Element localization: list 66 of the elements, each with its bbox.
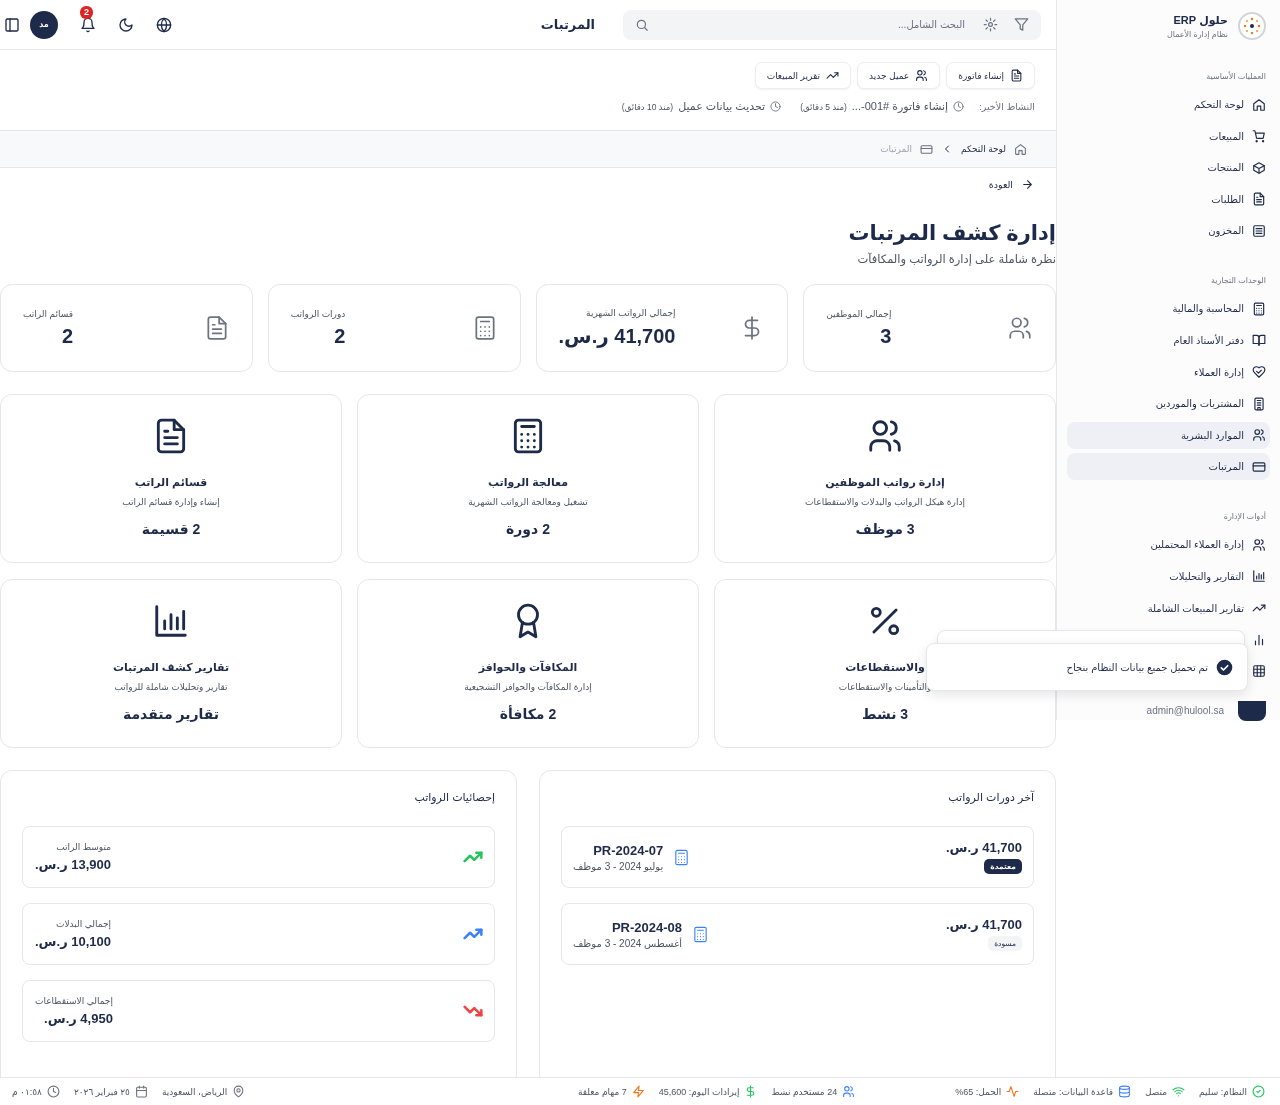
stat-value: 2 (61, 324, 74, 348)
cycle-details: أغسطس 2024 - 3 موظف (573, 937, 682, 949)
stat-value: 13,900 ر.س. (35, 857, 112, 872)
module-description: تشغيل ومعالجة الرواتب الشهرية (468, 497, 588, 507)
cycle-code: PR-2024-08 (610, 919, 682, 935)
user-email: admin@hulool.sa (1146, 705, 1224, 717)
stat-label: دورات الرواتب (290, 308, 346, 319)
module-description: تقارير وتحليلات شاملة للرواتب (114, 682, 228, 692)
panel-title: آخر دورات الرواتب (947, 791, 1034, 804)
stat-label: إجمالي الاستقطاعات (35, 996, 113, 1006)
module-title: قسائم الراتب (134, 476, 208, 489)
stat-value: 10,100 ر.س. (35, 934, 112, 949)
status-text: ٢٥ فبراير ٢٠٢٦ (73, 1086, 130, 1097)
stat-label: متوسط الراتب (55, 842, 112, 852)
notification-badge: 2 (80, 5, 93, 19)
section-heading: أدوات الإدارة (1222, 512, 1267, 522)
module-count: 2 قسيمة (141, 521, 201, 537)
activity-label: النشاط الأخير: (979, 101, 1035, 112)
module-title: والاستقطاعات (845, 661, 925, 674)
module-description: إنشاء وإدارة قسائم الراتب (122, 497, 220, 507)
page-title: المرتبات (540, 17, 595, 32)
module-description: إدارة هيكل الرواتب والبدلات والاستقطاعات (805, 497, 965, 507)
status-text: ٠١:٥٨ م (12, 1086, 42, 1097)
brand-name: حلول ERP (1172, 13, 1228, 27)
activity-text: تحديث بيانات عميل (678, 100, 766, 113)
cycle-amount: 41,700 ر.س. (945, 917, 1022, 932)
section-heading: الوحدات التجارية (1210, 276, 1267, 286)
module-title: معالجة الرواتب (487, 476, 569, 489)
status-text: النظام: سليم (1199, 1086, 1247, 1097)
stat-label: إجمالي الموظفين (826, 308, 892, 319)
stat-label: إجمالي الرواتب الشهرية (585, 308, 676, 318)
activity-time: (منذ 10 دقائق) (621, 101, 674, 112)
module-count: 3 موظف (855, 521, 915, 537)
activity-text: إنشاء فاتورة #001-... (851, 100, 949, 113)
module-count: 3 نشط (861, 706, 909, 722)
stat-value: 3 (879, 324, 892, 348)
panel-title: إحصائيات الرواتب (413, 791, 495, 804)
module-title: تقارير كشف المرتبات (112, 661, 230, 674)
status-text: 7 مهام معلقة (577, 1086, 627, 1097)
stat-label: إجمالي البدلات (55, 919, 112, 929)
stat-value: 2 (333, 324, 346, 348)
module-count: 2 دورة (506, 521, 550, 537)
cycle-code: PR-2024-07 (592, 842, 664, 858)
section-heading: العمليات الأساسية (1205, 72, 1267, 81)
status-text: متصل (1144, 1086, 1168, 1097)
status-text: 24 مستخدم نشط (771, 1086, 838, 1097)
module-title: إدارة رواتب الموظفين (825, 476, 945, 489)
module-count: 2 مكافأة (499, 706, 557, 722)
activity-time: (منذ 5 دقائق) (800, 101, 847, 112)
cycle-amount: 41,700 ر.س. (945, 840, 1022, 855)
status-text: الرياض، السعودية (161, 1086, 228, 1097)
brand-tagline: نظام إدارة الأعمال (1166, 29, 1228, 39)
stat-label: قسائم الراتب (23, 308, 74, 319)
module-description: إدارة المكافآت والحوافز التشجيعية (464, 682, 592, 692)
module-title: المكافآت والحوافز (478, 661, 578, 674)
status-text: الحمل: 65% (955, 1086, 1002, 1097)
status-text: قاعدة البيانات: متصلة (1033, 1086, 1113, 1097)
status-text: إيرادات اليوم: 45,600 (658, 1086, 740, 1097)
stat-value: 4,950 ر.س. (43, 1011, 113, 1026)
page-heading: إدارة كشف المرتبات (847, 221, 1056, 247)
stat-value: 41,700 ر.س. (558, 324, 676, 348)
page-subtitle: نظرة شاملة على إدارة الرواتب والمكافآت (856, 252, 1056, 266)
module-description: والتأمينات والاستقطاعات (838, 682, 932, 692)
module-count: تقارير متقدمة (122, 706, 220, 722)
cycle-details: يوليو 2024 - 3 موظف (573, 860, 664, 872)
toast-message: تم تحميل جميع بيانات النظام بنجاح (1066, 661, 1208, 673)
